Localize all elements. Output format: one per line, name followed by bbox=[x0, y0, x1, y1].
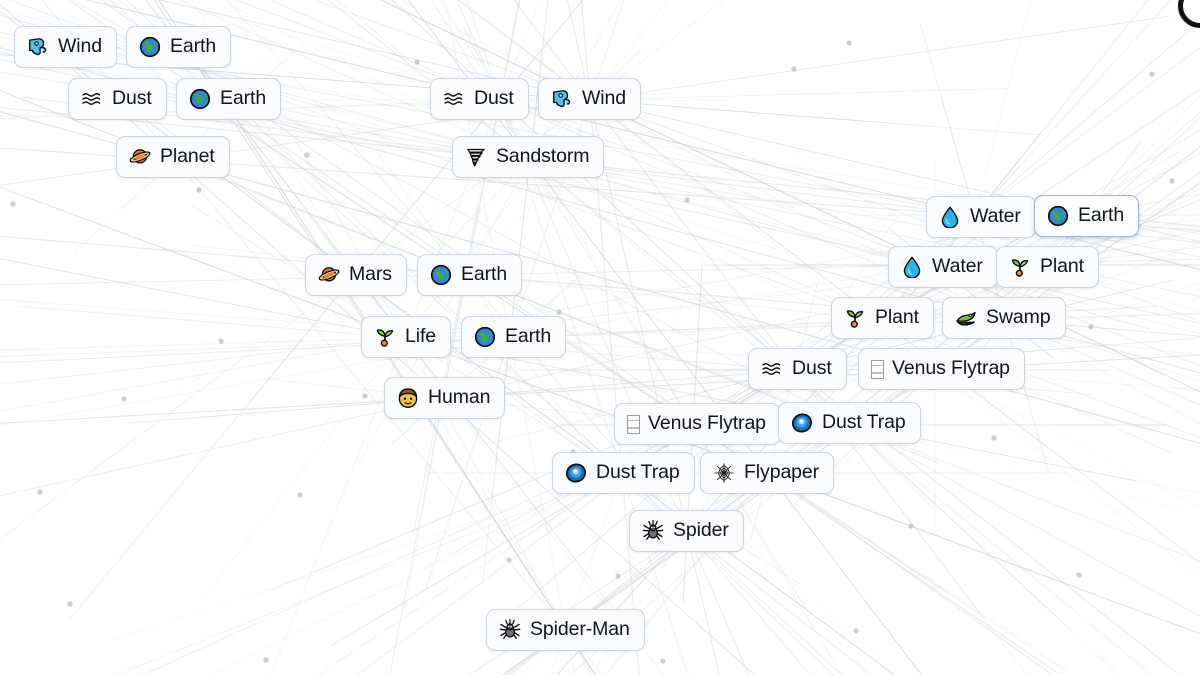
element-card-flypaper-1[interactable]: Flypaper bbox=[700, 452, 835, 494]
element-card-spider-1[interactable]: Spider bbox=[629, 510, 744, 552]
wind-face-icon bbox=[551, 88, 573, 110]
seedling-icon bbox=[844, 307, 866, 329]
fog-waves-icon bbox=[81, 88, 103, 110]
element-card-label: Water bbox=[970, 205, 1021, 228]
earth-globe-icon bbox=[139, 36, 161, 58]
circular-control-icon[interactable] bbox=[1178, 0, 1200, 28]
element-card-earth-5[interactable]: Earth bbox=[461, 316, 567, 358]
element-card-plant-1[interactable]: Plant bbox=[996, 246, 1099, 288]
human-face-icon bbox=[397, 387, 419, 409]
element-card-label: Life bbox=[405, 325, 437, 348]
earth-globe-icon bbox=[430, 264, 452, 286]
element-card-label: Water bbox=[932, 255, 983, 278]
seedling-icon bbox=[1009, 256, 1031, 278]
element-card-venus-2[interactable]: Venus Flytrap bbox=[614, 403, 781, 445]
element-card-swamp-1[interactable]: Swamp bbox=[942, 297, 1066, 339]
seedling-icon bbox=[374, 326, 396, 348]
water-drop-icon bbox=[901, 256, 923, 278]
element-card-label: Wind bbox=[582, 87, 627, 110]
element-card-spiderman-1[interactable]: Spider-Man bbox=[486, 609, 645, 651]
tofu-box-icon bbox=[871, 359, 884, 379]
element-card-dust-3[interactable]: Dust bbox=[748, 348, 847, 390]
fog-waves-icon bbox=[443, 88, 465, 110]
element-card-label: Dust Trap bbox=[822, 411, 906, 434]
blue-swirl-icon bbox=[791, 412, 813, 434]
element-card-label: Flypaper bbox=[744, 461, 820, 484]
element-card-label: Wind bbox=[58, 35, 103, 58]
element-card-water-2[interactable]: Water bbox=[888, 246, 998, 288]
spider-icon bbox=[499, 619, 521, 641]
element-card-wind-1[interactable]: Wind bbox=[14, 26, 118, 68]
element-card-label: Venus Flytrap bbox=[648, 412, 766, 435]
crafting-board[interactable]: Wind Earth Dust Earth Planet Dust Wind S… bbox=[0, 0, 1200, 675]
element-card-label: Planet bbox=[160, 145, 215, 168]
element-card-earth-2[interactable]: Earth bbox=[176, 78, 282, 120]
element-card-wind-2[interactable]: Wind bbox=[538, 78, 642, 120]
element-card-label: Human bbox=[428, 386, 491, 409]
ringed-planet-icon bbox=[318, 264, 340, 286]
fog-waves-icon bbox=[761, 358, 783, 380]
tornado-icon bbox=[465, 146, 487, 168]
spider-icon bbox=[642, 520, 664, 542]
element-card-dust-1[interactable]: Dust bbox=[68, 78, 167, 120]
element-card-label: Spider bbox=[673, 519, 729, 542]
element-card-label: Dust Trap bbox=[596, 461, 680, 484]
element-card-label: Earth bbox=[1078, 204, 1125, 227]
element-card-label: Mars bbox=[349, 263, 392, 286]
element-card-label: Swamp bbox=[986, 306, 1051, 329]
element-card-label: Plant bbox=[1040, 255, 1084, 278]
blue-swirl-icon bbox=[565, 462, 587, 484]
element-card-sandstorm-1[interactable]: Sandstorm bbox=[452, 136, 605, 178]
element-card-dust-2[interactable]: Dust bbox=[430, 78, 529, 120]
element-card-label: Plant bbox=[875, 306, 919, 329]
tofu-box-icon bbox=[627, 414, 640, 434]
element-card-earth-4[interactable]: Earth bbox=[417, 254, 523, 296]
element-card-mars-1[interactable]: Mars bbox=[305, 254, 407, 296]
element-card-label: Dust bbox=[112, 87, 152, 110]
ringed-planet-icon bbox=[129, 146, 151, 168]
element-card-label: Dust bbox=[474, 87, 514, 110]
element-card-dusttrap-1[interactable]: Dust Trap bbox=[778, 402, 921, 444]
element-card-label: Spider-Man bbox=[530, 618, 630, 641]
spider-web-icon bbox=[713, 462, 735, 484]
element-card-earth-3[interactable]: Earth bbox=[1034, 195, 1140, 237]
element-card-label: Sandstorm bbox=[496, 145, 590, 168]
element-card-planet-1[interactable]: Planet bbox=[116, 136, 230, 178]
element-card-water-1[interactable]: Water bbox=[926, 196, 1036, 238]
earth-globe-icon bbox=[1047, 205, 1069, 227]
element-card-label: Dust bbox=[792, 357, 832, 380]
element-card-label: Earth bbox=[170, 35, 217, 58]
element-card-plant-2[interactable]: Plant bbox=[831, 297, 934, 339]
element-card-human-1[interactable]: Human bbox=[384, 377, 506, 419]
element-card-label: Earth bbox=[220, 87, 267, 110]
element-card-life-1[interactable]: Life bbox=[361, 316, 452, 358]
wind-face-icon bbox=[27, 36, 49, 58]
water-drop-icon bbox=[939, 206, 961, 228]
element-card-label: Earth bbox=[461, 263, 508, 286]
element-card-dusttrap-2[interactable]: Dust Trap bbox=[552, 452, 695, 494]
element-card-label: Venus Flytrap bbox=[892, 357, 1010, 380]
earth-globe-icon bbox=[474, 326, 496, 348]
earth-globe-icon bbox=[189, 88, 211, 110]
element-card-venus-1[interactable]: Venus Flytrap bbox=[858, 348, 1025, 390]
element-card-label: Earth bbox=[505, 325, 552, 348]
crocodile-icon bbox=[955, 307, 977, 329]
element-card-earth-1[interactable]: Earth bbox=[126, 26, 232, 68]
